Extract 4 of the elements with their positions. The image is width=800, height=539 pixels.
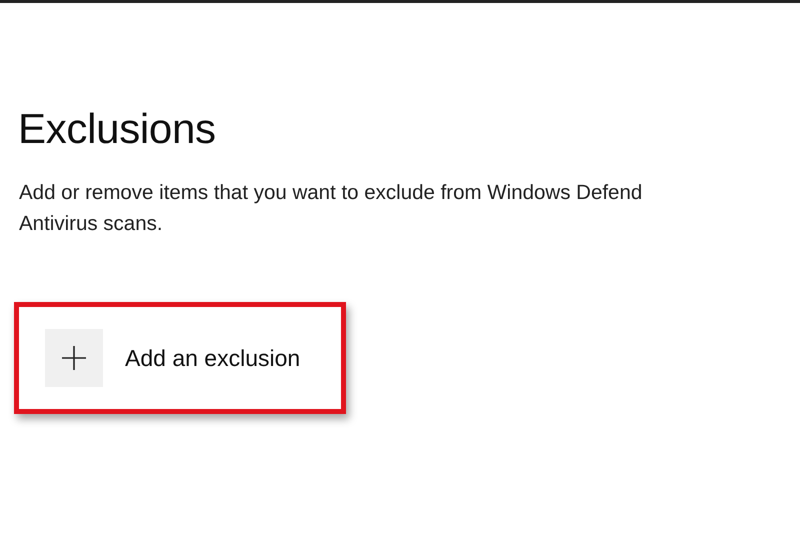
- add-exclusion-button[interactable]: Add an exclusion: [45, 329, 300, 387]
- page-title: Exclusions: [18, 104, 217, 154]
- page-description: Add or remove items that you want to exclude from Windows Defend Antivirus scans.: [19, 180, 644, 237]
- plus-icon: [61, 345, 87, 371]
